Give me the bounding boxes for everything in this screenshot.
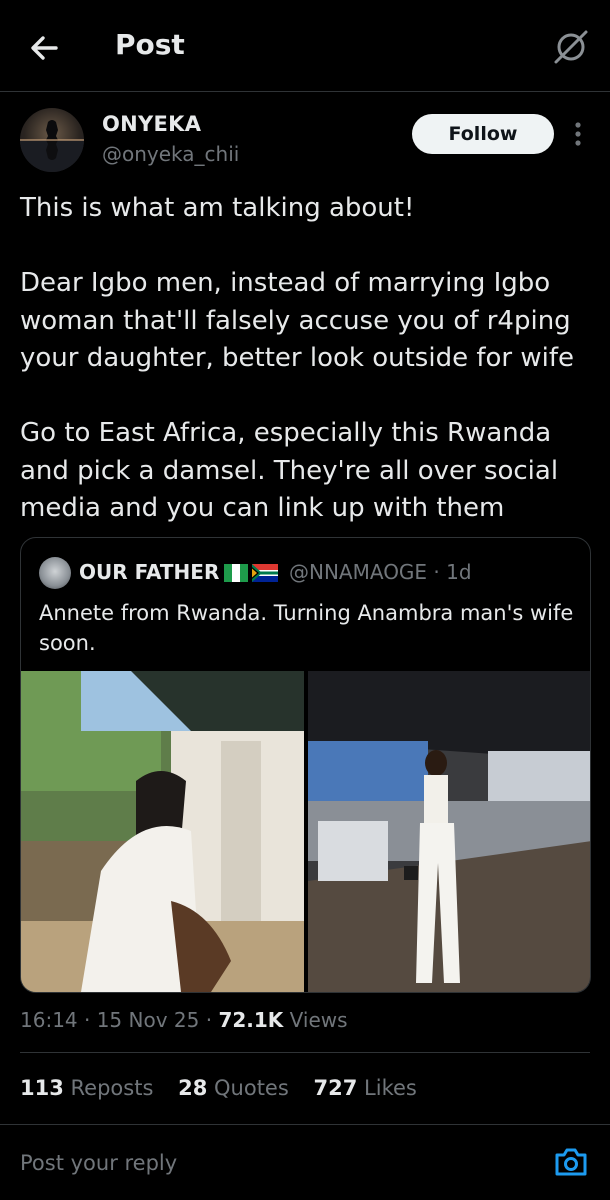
south-africa-flag-icon (252, 564, 278, 582)
quotes-label: Quotes (214, 1076, 289, 1100)
post-stats: 113 Reposts 28 Quotes 727 Likes (20, 1076, 435, 1100)
camera-icon (555, 1148, 587, 1176)
avatar[interactable] (20, 108, 84, 172)
quoted-flags (224, 564, 278, 582)
author-row: ONYEKA @onyeka_chii Follow (20, 108, 600, 178)
quoted-photo-1[interactable] (21, 671, 304, 992)
quotes-count: 28 (178, 1076, 208, 1100)
page-title: Post (115, 28, 185, 61)
follow-button[interactable]: Follow (412, 114, 554, 154)
photo-woman-standing (308, 671, 590, 992)
author-handle[interactable]: @onyeka_chii (102, 142, 239, 166)
reply-bar (0, 1124, 610, 1200)
quoted-photo-2[interactable] (308, 671, 590, 992)
back-button[interactable] (24, 28, 64, 68)
author-display-name[interactable]: ONYEKA (102, 112, 201, 136)
quoted-avatar[interactable] (39, 557, 71, 589)
likes-label: Likes (364, 1076, 417, 1100)
post-text: This is what am talking about! Dear Igbo… (20, 193, 574, 523)
likes-stat[interactable]: 727 Likes (314, 1076, 417, 1100)
quotes-stat[interactable]: 28 Quotes (178, 1076, 289, 1100)
reposts-stat[interactable]: 113 Reposts (20, 1076, 153, 1100)
likes-count: 727 (313, 1076, 358, 1100)
reposts-count: 113 (20, 1076, 64, 1100)
quoted-display-name: OUR FATHER (79, 560, 220, 584)
post-timestamp: 16:14 · 15 Nov 25 · (20, 1008, 219, 1032)
grok-button[interactable] (552, 28, 590, 66)
reply-input[interactable] (20, 1145, 520, 1181)
reposts-label: Reposts (70, 1076, 154, 1100)
top-bar: Post (0, 0, 610, 92)
avatar-image (20, 120, 84, 172)
views-count[interactable]: 72.1K (218, 1008, 283, 1032)
arrow-left-icon (31, 36, 58, 60)
views-label: Views (283, 1008, 348, 1032)
nigeria-flag-icon (224, 564, 248, 582)
divider (20, 1052, 590, 1053)
post-meta: 16:14 · 15 Nov 25 · 72.1K Views (20, 1008, 348, 1032)
grok-icon (554, 30, 588, 64)
quoted-handle-time: @NNAMAOGE · 1d (289, 560, 472, 584)
quoted-post[interactable]: OUR FATHER @NNAMAOGE · 1d Annete from Rw… (20, 537, 591, 993)
quoted-text: Annete from Rwanda. Turning Anambra man'… (39, 601, 574, 655)
more-vertical-icon (575, 122, 581, 146)
camera-button[interactable] (553, 1145, 589, 1179)
photo-woman-seated (21, 671, 304, 992)
more-button[interactable] (568, 120, 588, 150)
